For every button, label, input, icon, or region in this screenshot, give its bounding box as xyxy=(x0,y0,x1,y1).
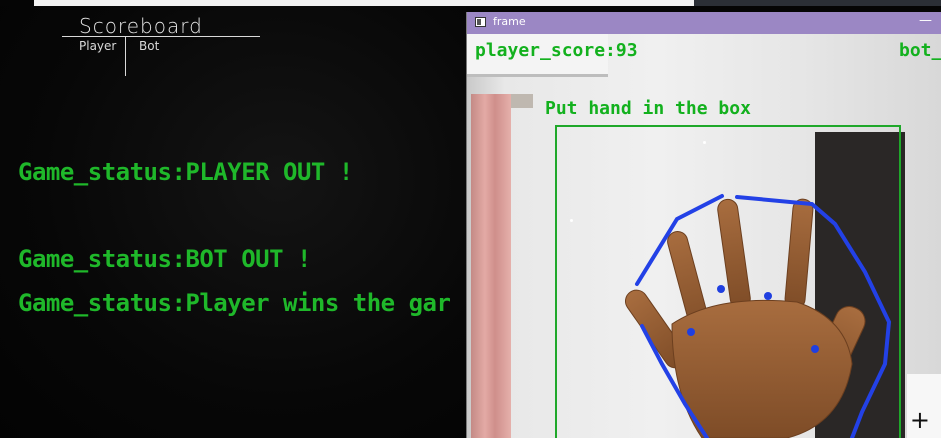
scoreboard-divider-horizontal xyxy=(62,36,260,37)
hand-tracking-overlay xyxy=(624,194,892,438)
frame-window: frame — player_score:93 bot_ Put hand in… xyxy=(466,12,941,438)
bot-score-overlay: bot_ xyxy=(899,40,941,61)
game-status-line: Game_status:BOT OUT ! xyxy=(18,245,311,273)
scoreboard-col-player: Player xyxy=(79,39,117,53)
scoreboard-title: Scoreboard xyxy=(79,14,203,38)
expand-icon[interactable]: + xyxy=(910,408,930,432)
frame-title: frame xyxy=(493,15,526,28)
scoreboard-col-bot: Bot xyxy=(139,39,160,53)
scoreboard-window: Scoreboard Player Bot Game_status:PLAYER… xyxy=(0,6,466,438)
top-window-strip-right xyxy=(694,0,941,6)
game-status-line: Game_status:Player wins the gar xyxy=(18,289,451,317)
scoreboard-divider-vertical xyxy=(125,37,126,76)
frame-titlebar[interactable]: frame — xyxy=(467,12,941,34)
hand-silhouette xyxy=(624,198,866,438)
game-status-line: Game_status:PLAYER OUT ! xyxy=(18,158,353,186)
player-score-overlay: player_score:93 xyxy=(475,40,638,61)
minimize-button[interactable]: — xyxy=(919,13,932,28)
window-icon xyxy=(475,17,486,27)
camera-feed: player_score:93 bot_ Put hand in the box… xyxy=(467,34,941,438)
instruction-overlay: Put hand in the box xyxy=(545,98,751,119)
